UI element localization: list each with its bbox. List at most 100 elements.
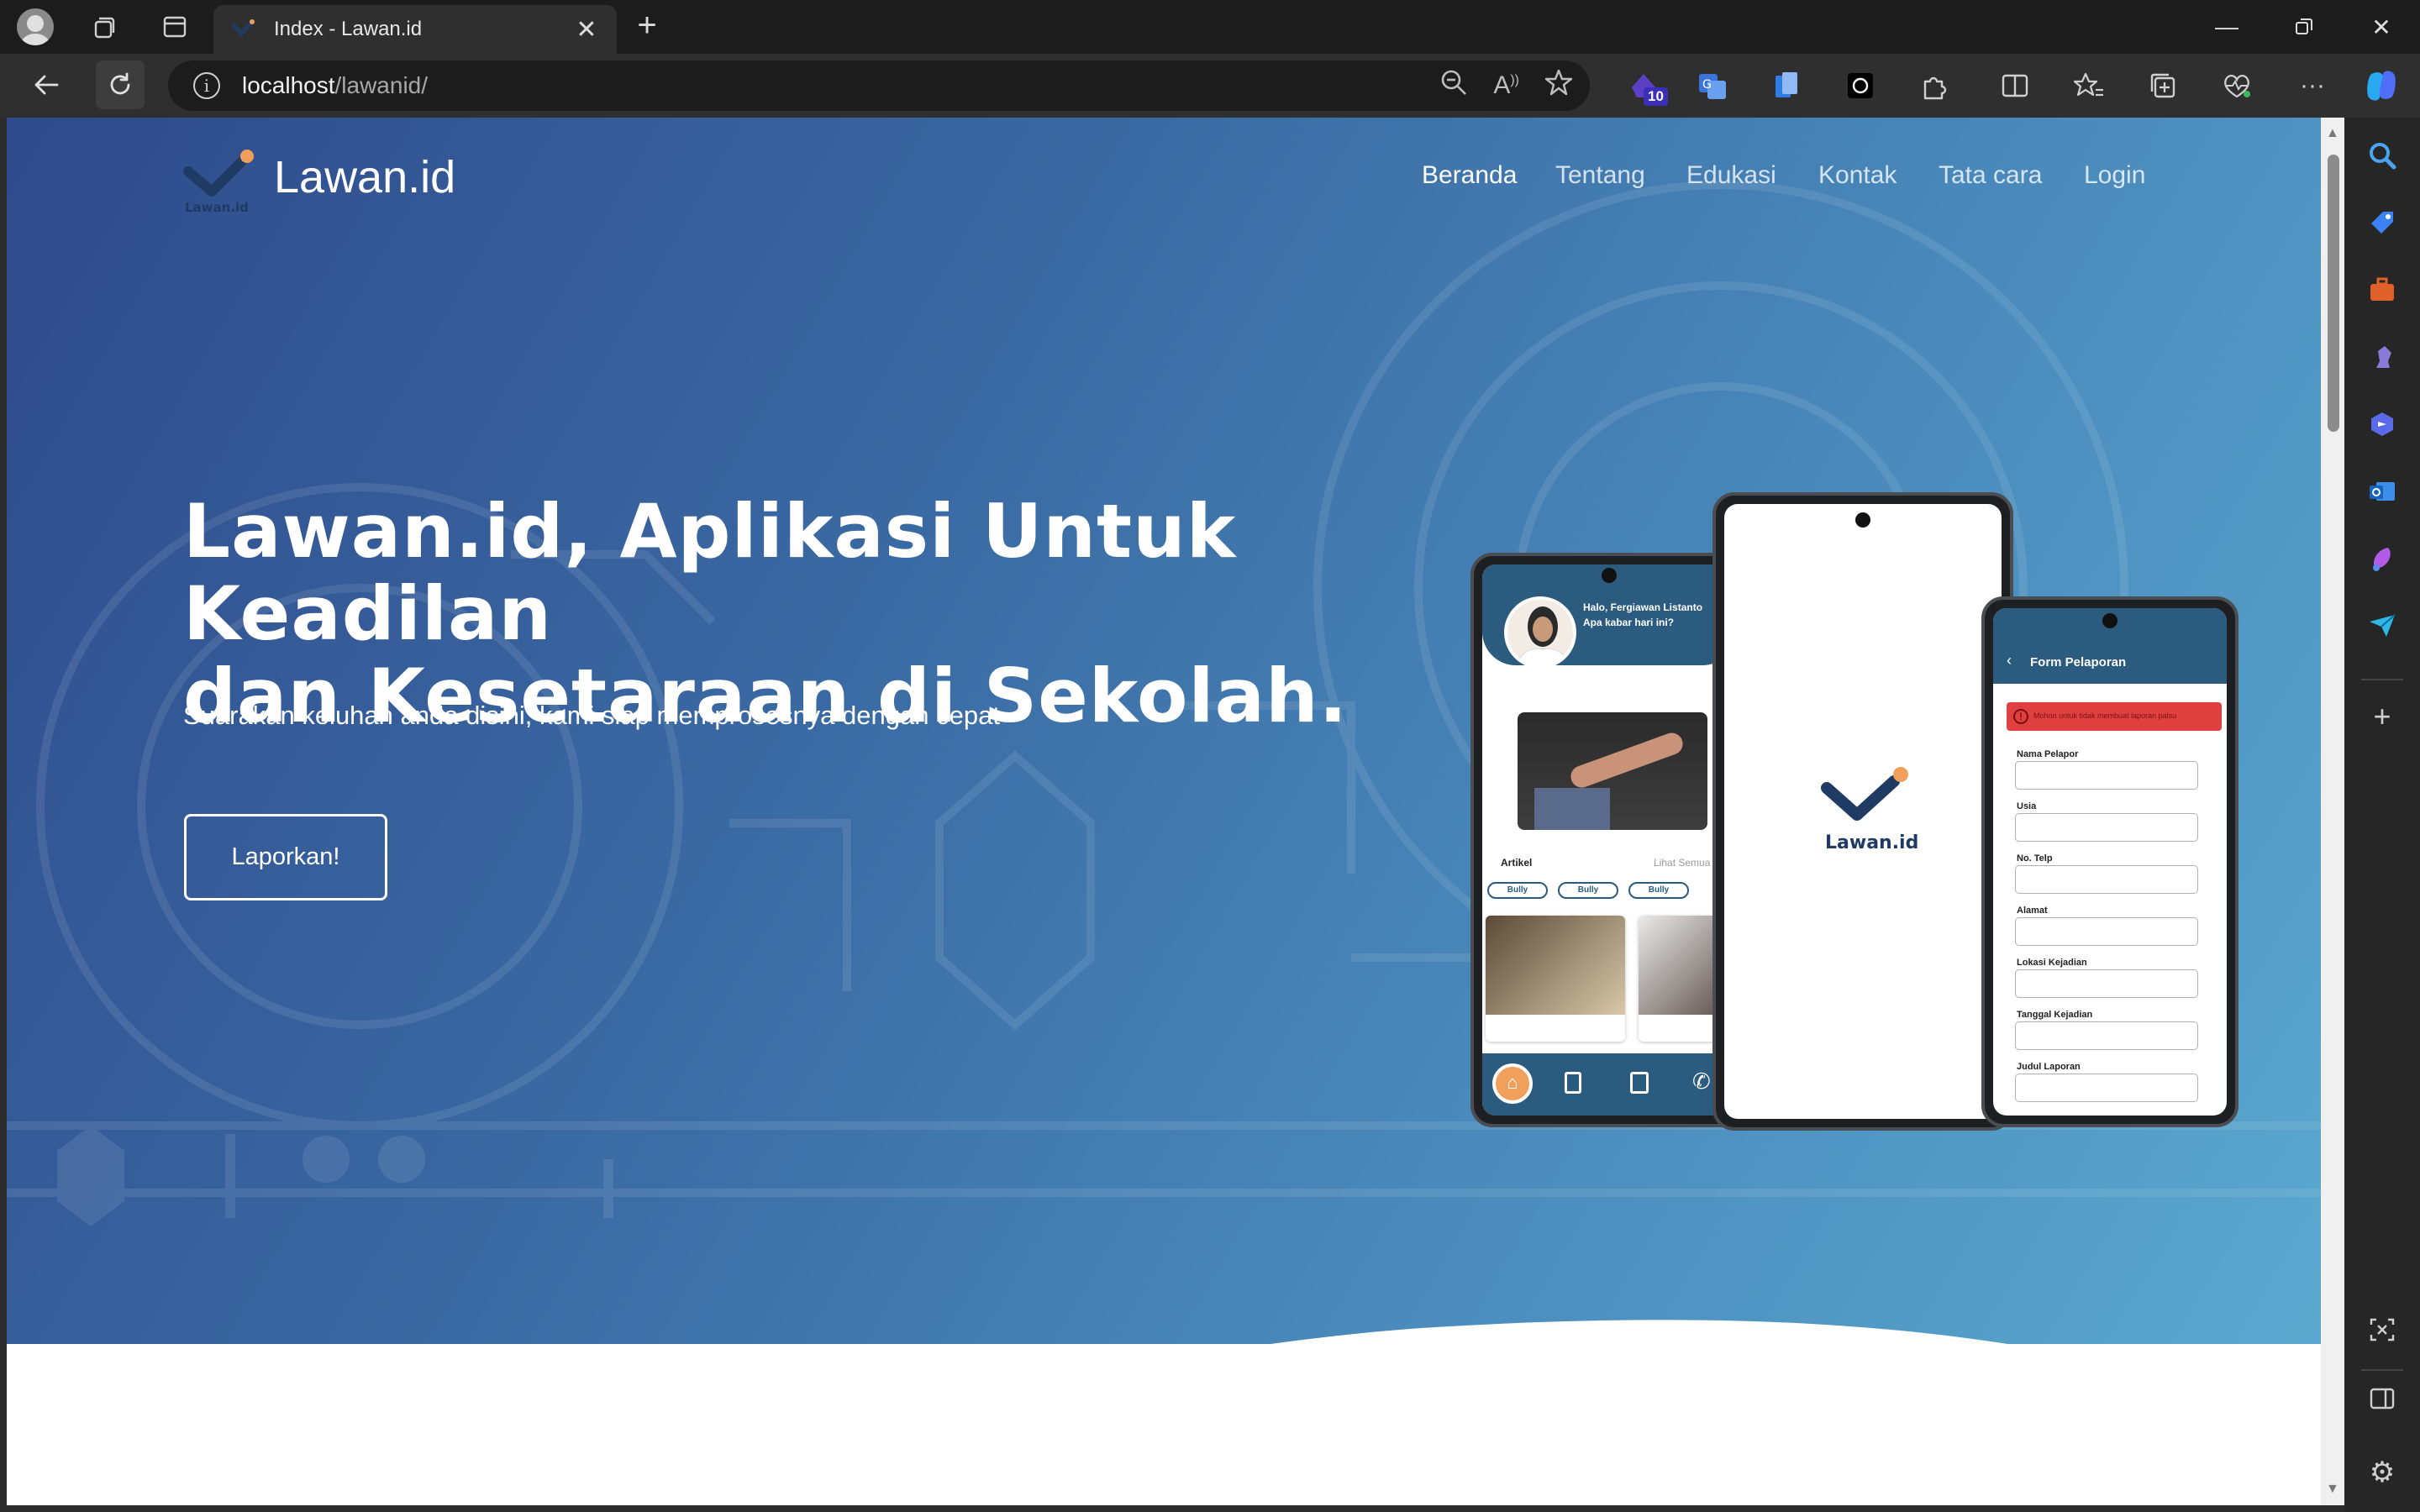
banner-image bbox=[1518, 712, 1707, 830]
zoom-out-icon[interactable] bbox=[1439, 68, 1468, 103]
outlook-icon[interactable] bbox=[2363, 472, 2402, 511]
tab-close-icon[interactable]: ✕ bbox=[573, 15, 600, 45]
sidebar-divider bbox=[2361, 679, 2403, 680]
chatgpt-extension-icon[interactable] bbox=[1837, 62, 1884, 109]
site-info-icon[interactable]: i bbox=[193, 72, 220, 99]
field-input-usia[interactable] bbox=[2015, 813, 2198, 842]
workspaces-icon[interactable] bbox=[77, 0, 131, 54]
logo-wordmark: Lawan.id bbox=[185, 200, 249, 213]
performance-heart-icon[interactable] bbox=[2213, 62, 2260, 109]
edge-sidebar: + ⚙ bbox=[2344, 118, 2420, 1512]
page-scrollbar[interactable]: ▲ ▼ bbox=[2321, 118, 2344, 1505]
nav-item-tentang[interactable]: Tentang bbox=[1555, 161, 1645, 190]
splash-logo-text: Lawan.id bbox=[1825, 832, 1918, 853]
search-icon[interactable] bbox=[2363, 136, 2402, 175]
tools-briefcase-icon[interactable] bbox=[2363, 270, 2402, 309]
title-bar: Index - Lawan.id ✕ + — ✕ bbox=[0, 0, 2420, 54]
site-brand[interactable]: Lawan.id bbox=[274, 151, 455, 203]
favorites-icon[interactable] bbox=[2065, 62, 2112, 109]
translate-extension-icon[interactable]: G bbox=[1689, 62, 1736, 109]
phone-camera bbox=[1855, 512, 1870, 528]
copilot-sidebar-icon[interactable] bbox=[2363, 405, 2402, 444]
restore-icon[interactable] bbox=[2265, 0, 2343, 54]
read-aloud-icon[interactable]: A)) bbox=[1493, 71, 1519, 100]
nav-item-login[interactable]: Login bbox=[2084, 161, 2145, 190]
user-avatar bbox=[1504, 596, 1576, 669]
phone-splash-screen: Lawan.id bbox=[1724, 504, 2002, 1119]
chip-3[interactable]: Bully bbox=[1628, 882, 1689, 899]
form-title: Form Pelaporan bbox=[2030, 655, 2127, 669]
address-bar[interactable]: i localhost/lawanid/ A)) bbox=[168, 60, 1590, 111]
phone-home-screen: Halo, Fergiawan Listanto Apa kabar hari … bbox=[1482, 564, 1736, 1116]
address-actions: A)) bbox=[1439, 60, 1573, 111]
field-input-judul[interactable] bbox=[2015, 1074, 2198, 1102]
close-window-icon[interactable]: ✕ bbox=[2343, 0, 2420, 54]
settings-gear-icon[interactable]: ⚙ bbox=[2363, 1453, 2402, 1492]
tab-title: Index - Lawan.id bbox=[274, 18, 423, 40]
field-input-nama[interactable] bbox=[2015, 761, 2198, 790]
reload-icon[interactable] bbox=[96, 60, 145, 109]
book-nav-icon[interactable] bbox=[1630, 1072, 1649, 1094]
send-plane-icon[interactable] bbox=[2363, 606, 2402, 645]
extension-purple-icon[interactable]: 10 bbox=[1620, 62, 1668, 109]
home-nav-icon[interactable]: ⌂ bbox=[1492, 1063, 1533, 1104]
field-input-alamat[interactable] bbox=[2015, 917, 2198, 946]
minimize-icon[interactable]: — bbox=[2188, 0, 2265, 54]
see-all-link[interactable]: Lihat Semua bbox=[1654, 857, 1710, 869]
nav-item-tata-cara[interactable]: Tata cara bbox=[1939, 161, 2042, 190]
favorite-star-icon[interactable] bbox=[1544, 68, 1573, 103]
phone-camera bbox=[1602, 568, 1617, 583]
svg-text:G: G bbox=[1702, 78, 1712, 92]
address-host: localhost bbox=[242, 72, 335, 98]
hero-wave-divider bbox=[7, 1320, 2321, 1505]
docs-extension-icon[interactable] bbox=[1763, 62, 1810, 109]
nav-item-edukasi[interactable]: Edukasi bbox=[1686, 161, 1776, 190]
phone-nav-icon[interactable]: ✆ bbox=[1692, 1068, 1711, 1095]
field-input-telp[interactable] bbox=[2015, 865, 2198, 894]
home-greeting: Halo, Fergiawan Listanto bbox=[1583, 601, 1703, 613]
screenshot-icon[interactable] bbox=[2363, 1310, 2402, 1349]
chip-1[interactable]: Bully bbox=[1487, 882, 1548, 899]
phone-form-screen: ‹ Form Pelaporan ! Mohon untuk tidak mem… bbox=[1993, 608, 2227, 1116]
shopping-tag-icon[interactable] bbox=[2363, 203, 2402, 242]
back-icon[interactable] bbox=[22, 60, 71, 109]
scrollbar-thumb[interactable] bbox=[2328, 155, 2339, 432]
form-back-icon[interactable]: ‹ bbox=[2007, 652, 2012, 669]
add-sidebar-app-icon[interactable]: + bbox=[2363, 697, 2402, 736]
field-input-lokasi[interactable] bbox=[2015, 969, 2198, 998]
games-chess-icon[interactable] bbox=[2363, 338, 2402, 376]
collections-icon[interactable] bbox=[2139, 62, 2186, 109]
phone-mockup-form: ‹ Form Pelaporan ! Mohon untuk tidak mem… bbox=[1981, 596, 2238, 1127]
field-label-tanggal: Tanggal Kejadian bbox=[2017, 1010, 2093, 1020]
active-tab[interactable]: Index - Lawan.id ✕ bbox=[213, 5, 617, 54]
hide-sidebar-icon[interactable] bbox=[2363, 1379, 2402, 1418]
phone-mockup-home: Halo, Fergiawan Listanto Apa kabar hari … bbox=[1470, 553, 1748, 1127]
site-favicon-icon bbox=[230, 17, 255, 42]
page-viewport: Lawan.id Lawan.id Beranda Tentang Edukas… bbox=[7, 118, 2321, 1505]
lawan-logo: Lawan.id bbox=[183, 150, 254, 213]
scroll-up-icon[interactable]: ▲ bbox=[2326, 126, 2339, 141]
extensions-puzzle-icon[interactable] bbox=[1911, 62, 1958, 109]
splash-logo: Lawan.id bbox=[1821, 767, 1918, 853]
field-label-judul: Judul Laporan bbox=[2017, 1062, 2081, 1072]
designer-icon[interactable] bbox=[2363, 539, 2402, 578]
field-input-tanggal[interactable] bbox=[2015, 1021, 2198, 1050]
field-label-lokasi: Lokasi Kejadian bbox=[2017, 958, 2087, 968]
nav-item-kontak[interactable]: Kontak bbox=[1818, 161, 1897, 190]
article-card-1[interactable] bbox=[1486, 916, 1625, 1042]
field-label-nama: Nama Pelapor bbox=[2017, 749, 2079, 759]
more-options-icon[interactable]: ··· bbox=[2289, 62, 2336, 109]
scroll-down-icon[interactable]: ▼ bbox=[2326, 1482, 2339, 1497]
vertical-tabs-icon[interactable] bbox=[148, 0, 202, 54]
copilot-icon[interactable] bbox=[2358, 62, 2405, 109]
address-path: /lawanid/ bbox=[334, 72, 429, 98]
split-screen-icon[interactable] bbox=[1991, 62, 2039, 109]
articles-label: Artikel bbox=[1501, 857, 1533, 869]
chip-2[interactable]: Bully bbox=[1558, 882, 1618, 899]
profile-avatar[interactable] bbox=[17, 8, 54, 45]
report-button[interactable]: Laporkan! bbox=[184, 814, 387, 900]
nav-item-beranda[interactable]: Beranda bbox=[1422, 161, 1517, 190]
new-tab-button[interactable]: + bbox=[627, 7, 667, 47]
document-nav-icon[interactable] bbox=[1565, 1072, 1581, 1094]
hero-subtitle: Suarakan keluhan anda disini, kami siap … bbox=[183, 701, 1000, 730]
